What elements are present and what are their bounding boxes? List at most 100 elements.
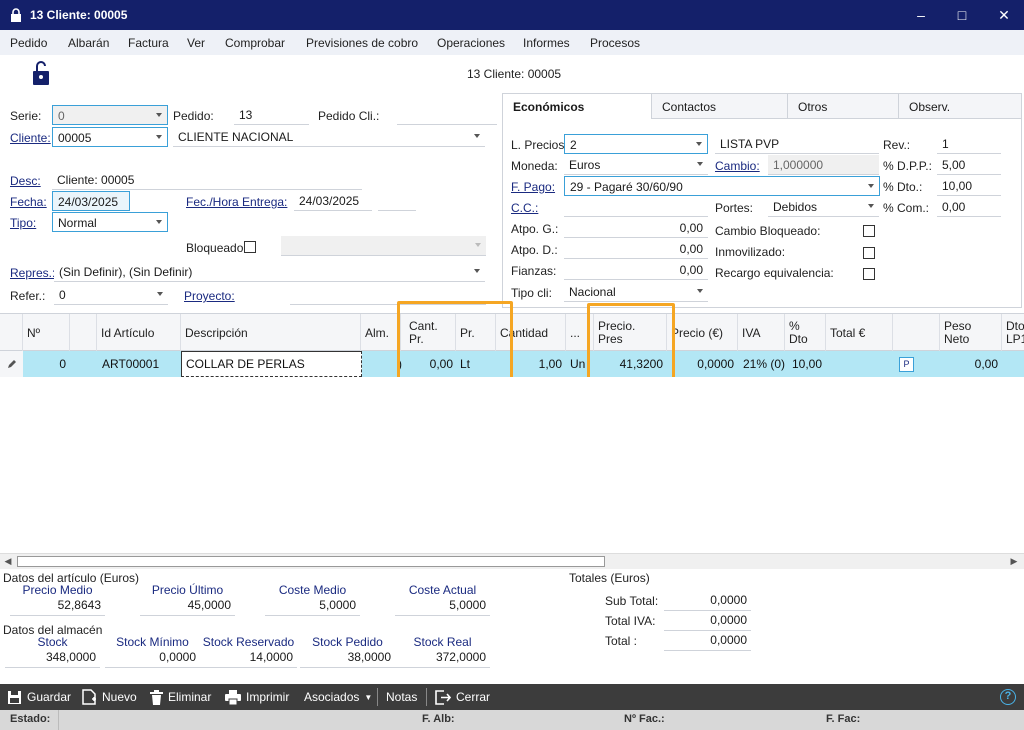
inmovilizado-checkbox[interactable] [863,247,875,259]
atpod-field[interactable]: 0,00 [564,239,708,259]
grid-header-n[interactable]: Nº [23,314,70,352]
cell-p-badge[interactable]: P [899,357,914,372]
dpp-field[interactable]: 5,00 [937,155,1001,175]
asociados-button[interactable]: Asociados ▼ [304,684,372,710]
moneda-select[interactable]: Euros [564,155,708,175]
horizontal-scrollbar[interactable]: ◀ ▶ [0,553,1024,569]
lprecios-select[interactable]: 2 [564,134,708,154]
cell-precio[interactable]: 0,0000 [667,351,738,377]
tab-observ[interactable]: Observ. [898,93,1022,118]
guardar-button[interactable]: Guardar [7,684,71,710]
tab-contactos[interactable]: Contactos [651,93,788,118]
fec-entrega-label[interactable]: Fec./Hora Entrega: [186,195,287,209]
help-icon[interactable]: ? [1000,689,1016,705]
grid-header-peso[interactable]: Peso Neto [940,314,1002,352]
cambio-label[interactable]: Cambio: [715,159,760,173]
menu-comprobar[interactable]: Comprobar [225,36,285,50]
grid-header-precio[interactable]: Precio (€) [667,314,738,352]
serie-select[interactable]: 0 [52,105,168,125]
eliminar-button[interactable]: Eliminar [150,684,211,710]
refer-select[interactable]: 0 [54,285,168,305]
atpog-field[interactable]: 0,00 [564,218,708,238]
cell-total[interactable] [826,351,893,377]
scroll-right-icon[interactable]: ▶ [1006,554,1022,569]
grid-header-iva[interactable]: IVA [738,314,785,352]
fpago-label[interactable]: F. Pago: [511,180,555,194]
grid-header-alm[interactable]: Alm. [361,314,401,352]
tipo-label[interactable]: Tipo: [10,216,36,230]
cell-pr[interactable]: Lt [456,351,496,377]
fianzas-field[interactable]: 0,00 [564,260,708,280]
notas-button[interactable]: Notas [386,684,417,710]
cell-ud[interactable]: Un [566,351,594,377]
maximize-button[interactable]: □ [953,6,971,24]
repres-label[interactable]: Repres.: [10,266,55,280]
fec-entrega-field[interactable]: 24/03/2025 [294,191,372,211]
menu-procesos[interactable]: Procesos [590,36,640,50]
grid-header-pdto[interactable]: % Dto [785,314,826,352]
grid-header-id[interactable]: Id Artículo [97,314,181,352]
cell-pdto[interactable]: 10,00 [785,351,826,377]
desc-field[interactable]: Cliente: 00005 [52,170,362,190]
cell-desc[interactable]: COLLAR DE PERLAS [181,351,362,377]
hora-entrega-field[interactable] [378,191,416,211]
repres-select[interactable]: (Sin Definir), (Sin Definir) [54,262,485,282]
cambio-field[interactable]: 1,000000 [768,155,879,175]
grid-header-desc[interactable]: Descripción [181,314,361,352]
menu-ver[interactable]: Ver [187,36,205,50]
cell-id[interactable]: ART00001 [97,351,181,377]
menu-previsiones[interactable]: Previsiones de cobro [306,36,418,50]
recargo-checkbox[interactable] [863,268,875,280]
tipocli-select[interactable]: Nacional [564,282,708,302]
menu-operaciones[interactable]: Operaciones [437,36,505,50]
close-button[interactable]: ✕ [995,6,1013,24]
tipo-select[interactable]: Normal [52,212,168,232]
fecha-field[interactable]: 24/03/2025 [52,191,130,211]
grid-header-cant-pr[interactable]: Cant. Pr. [401,314,456,352]
dto-field[interactable]: 10,00 [937,176,1001,196]
menu-factura[interactable]: Factura [128,36,169,50]
proyecto-field[interactable] [290,285,486,305]
rev-field[interactable]: 1 [937,134,1001,154]
proyecto-label[interactable]: Proyecto: [184,289,235,303]
grid-header-pr[interactable]: Pr. [456,314,496,352]
cell-precio-pres[interactable]: 41,3200 [594,351,667,377]
cell-cant-pr[interactable]: 0,00 [401,351,457,377]
cell-peso[interactable]: 0,00 [940,351,1002,377]
cliente-name-select[interactable]: CLIENTE NACIONAL [173,127,485,147]
grid-header-dots[interactable]: ... [566,314,594,352]
com-field[interactable]: 0,00 [937,197,1001,217]
cell-n[interactable]: 0 [23,351,70,377]
fecha-label[interactable]: Fecha: [10,195,47,209]
cliente-label[interactable]: Cliente: [10,131,51,145]
cliente-select[interactable]: 00005 [52,127,168,147]
cerrar-button[interactable]: Cerrar [435,684,490,710]
grid-header-dto-lp[interactable]: Dto LP1 [1002,314,1024,352]
pedido-field[interactable]: 13 [234,105,309,125]
grid-header-cantidad[interactable]: Cantidad [496,314,566,352]
menu-pedido[interactable]: Pedido [10,36,47,50]
cc-field[interactable] [564,197,708,217]
imprimir-button[interactable]: Imprimir [225,684,289,710]
fpago-select[interactable]: 29 - Pagaré 30/60/90 [564,176,880,196]
tab-otros[interactable]: Otros [787,93,899,118]
pedido-cli-field[interactable] [397,105,497,125]
cambio-bloqueado-checkbox[interactable] [863,225,875,237]
menu-albaran[interactable]: Albarán [68,36,109,50]
scroll-thumb[interactable] [17,556,605,567]
nuevo-button[interactable]: Nuevo [82,684,137,710]
tab-economicos[interactable]: Económicos [502,93,652,119]
cell-cantidad[interactable]: 1,00 [496,351,566,377]
menu-informes[interactable]: Informes [523,36,570,50]
table-row[interactable]: 0 ART00001 COLLAR DE PERLAS ) 0,00 Lt 1,… [0,351,1024,377]
scroll-left-icon[interactable]: ◀ [0,554,16,569]
bloqueado-motivo-select[interactable] [281,236,486,256]
unlock-icon[interactable] [31,60,51,86]
portes-select[interactable]: Debidos [768,197,879,217]
grid-header-precio-pres[interactable]: Precio. Pres [594,314,667,352]
cell-alm[interactable]: ) [361,351,406,377]
grid-header-total[interactable]: Total € [826,314,893,352]
desc-label[interactable]: Desc: [10,174,41,188]
cc-label[interactable]: C.C.: [511,201,538,215]
cell-iva[interactable]: 21% (0) [738,351,785,377]
